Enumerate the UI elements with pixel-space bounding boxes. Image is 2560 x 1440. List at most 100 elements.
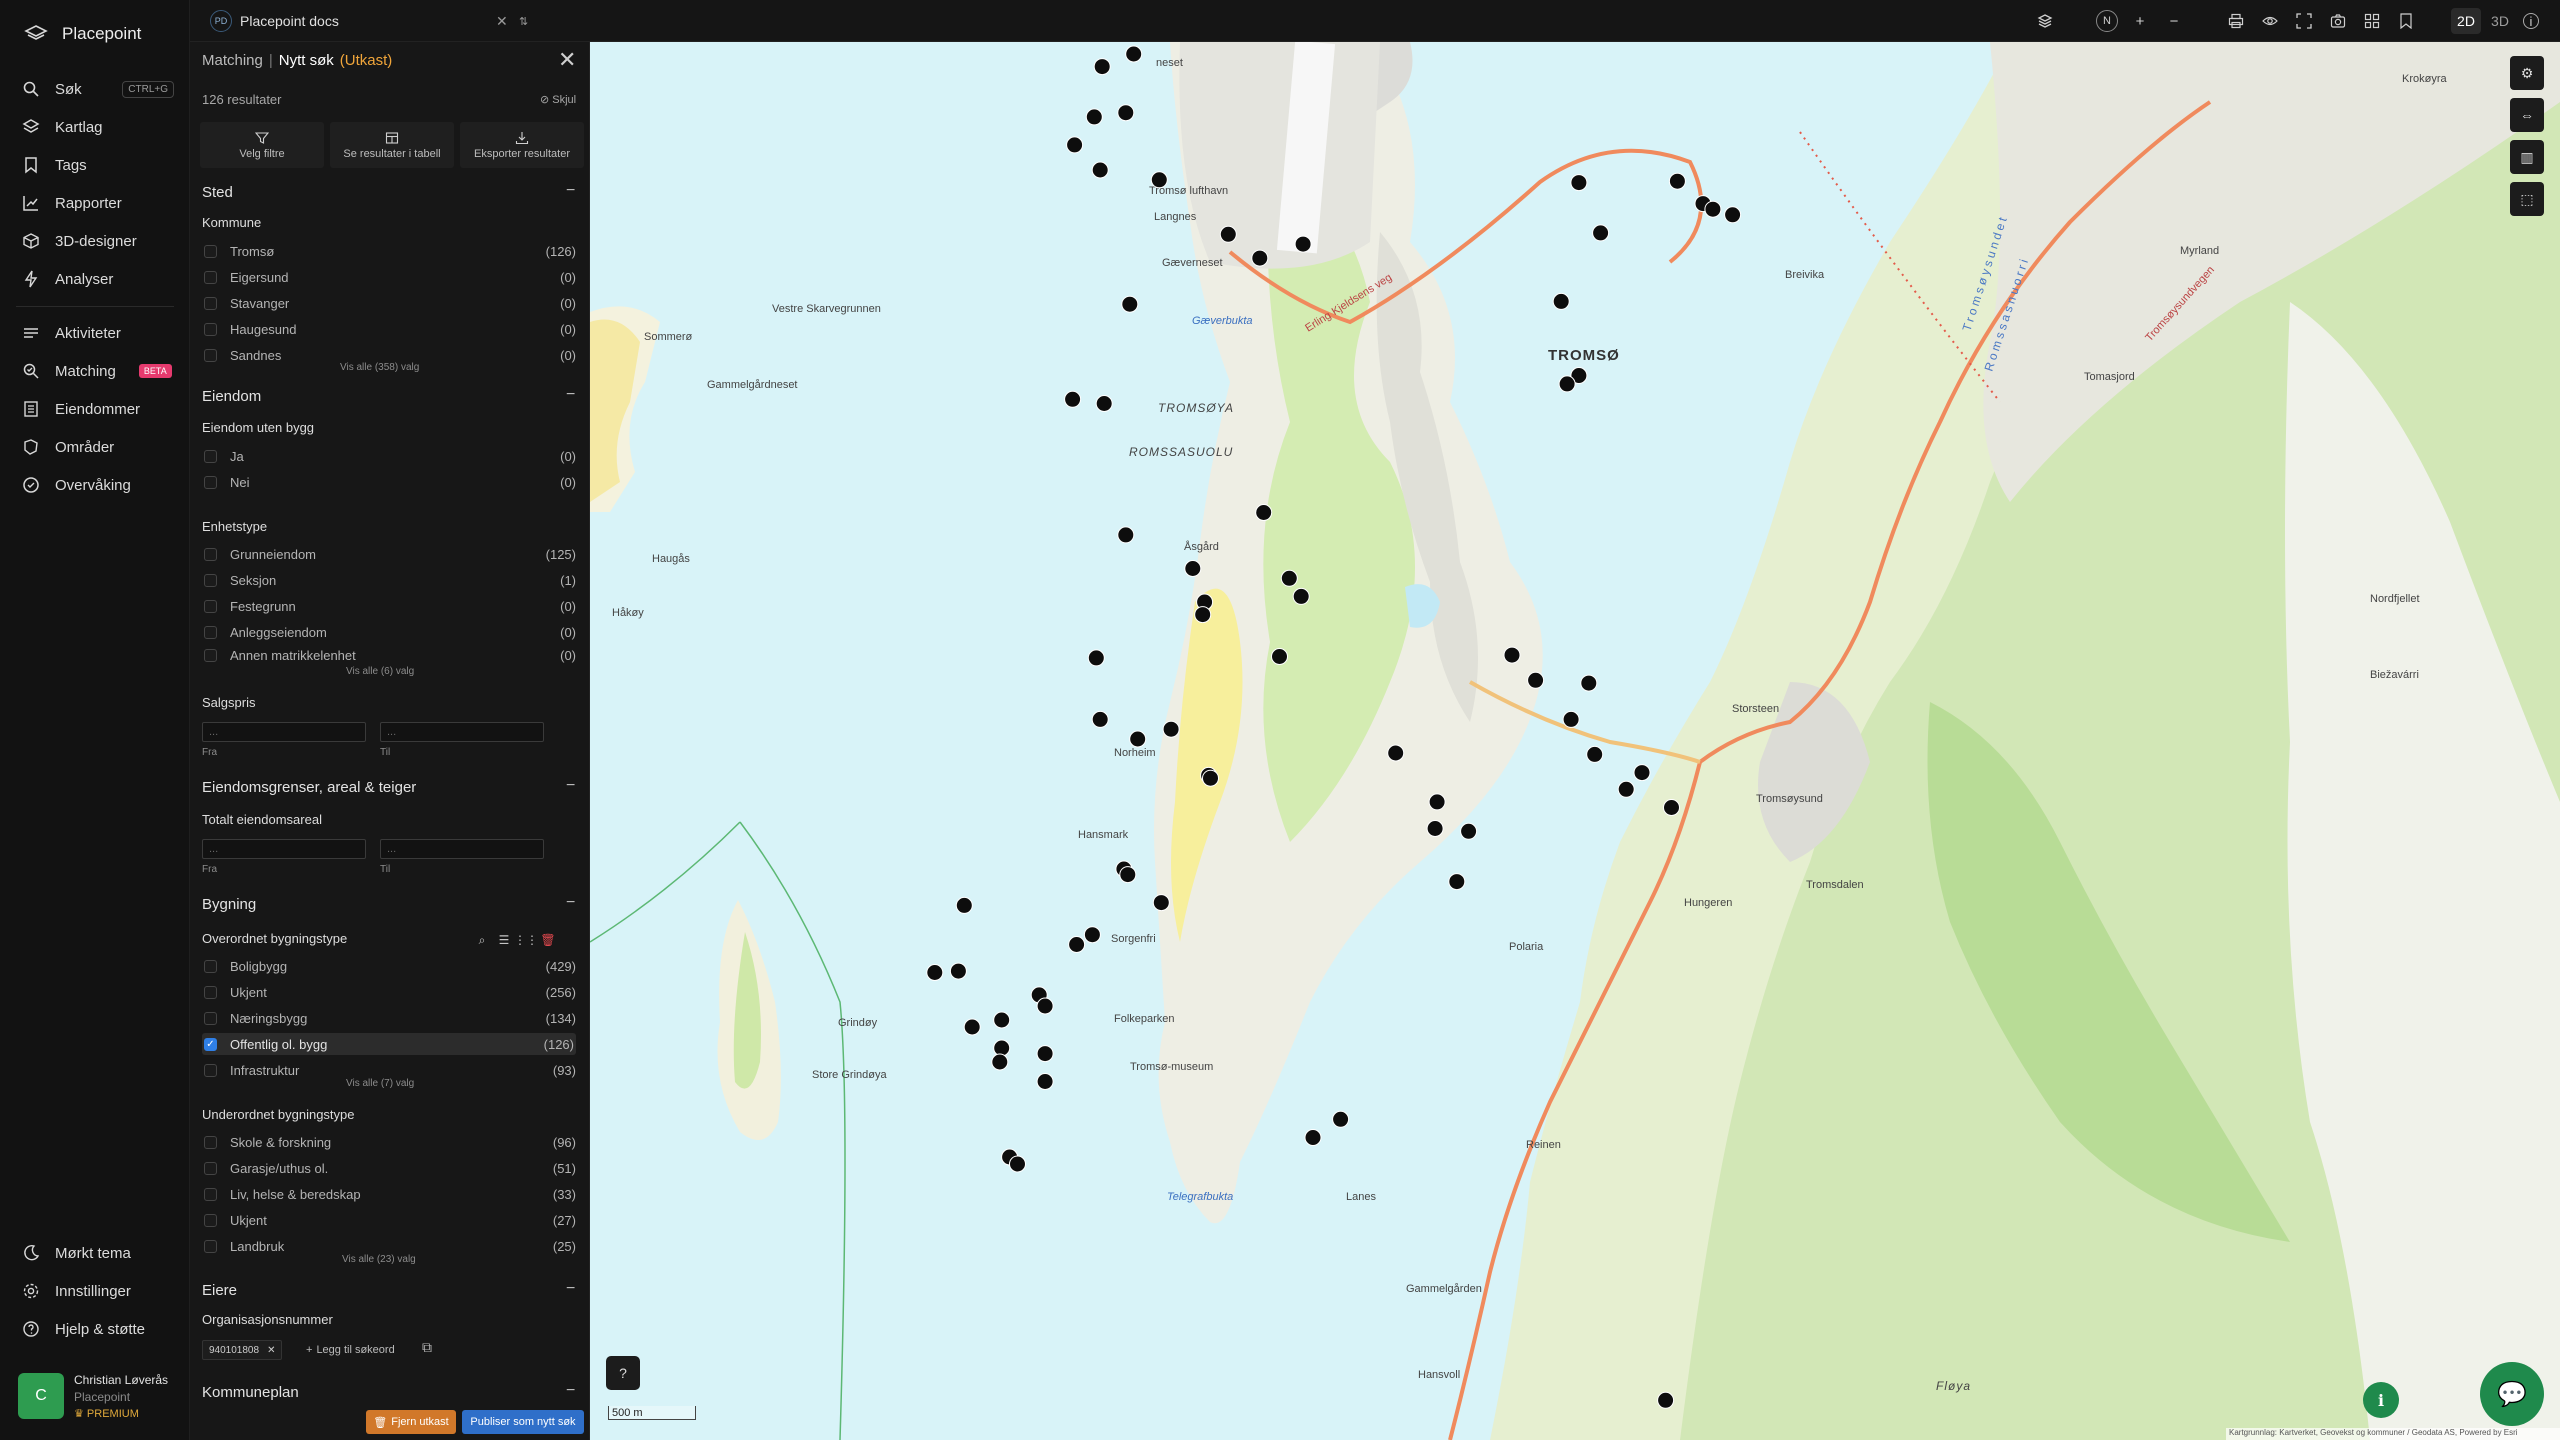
nav-item-overvaking[interactable]: Overvåking	[22, 470, 174, 500]
nav-item-analyser[interactable]: Analyser	[22, 264, 174, 294]
result-marker[interactable]	[1633, 764, 1651, 782]
result-marker[interactable]	[1552, 292, 1570, 310]
nav-item-matching[interactable]: Matching BETA	[22, 356, 174, 386]
result-marker[interactable]	[1093, 58, 1111, 76]
result-marker[interactable]	[1663, 799, 1680, 816]
section-bygning[interactable]: Bygning	[202, 896, 256, 913]
nav-item-dark-theme[interactable]: Mørkt tema	[22, 1238, 174, 1268]
export-results-button[interactable]: Eksporter resultater	[460, 122, 584, 168]
checkbox[interactable]	[204, 1011, 217, 1025]
nav-item-rapporter[interactable]: Rapporter	[22, 188, 174, 218]
analysis-control[interactable]: ▥	[2510, 140, 2544, 174]
option-row[interactable]: Boligbygg (429)	[202, 955, 576, 977]
collapse-icon[interactable]: −	[566, 386, 575, 404]
checkbox[interactable]	[204, 547, 217, 561]
result-marker[interactable]	[1202, 769, 1219, 787]
checkbox[interactable]	[204, 322, 217, 336]
nav-item-aktiviteter[interactable]: Aktiviteter	[22, 318, 174, 348]
user-profile[interactable]: C Christian Løverås Placepoint ♛ PREMIUM	[18, 1373, 178, 1423]
checkbox[interactable]	[204, 985, 217, 999]
result-marker[interactable]	[1294, 235, 1312, 253]
option-row[interactable]: Liv, helse & beredskap (33)	[202, 1183, 576, 1205]
result-marker[interactable]	[1255, 504, 1273, 521]
option-row[interactable]: Skole & forskning (96)	[202, 1131, 576, 1153]
result-marker[interactable]	[1558, 375, 1576, 393]
checkbox[interactable]	[204, 648, 217, 662]
result-marker[interactable]	[1036, 997, 1054, 1015]
result-marker[interactable]	[1194, 606, 1212, 624]
show-all-link[interactable]: Vis alle (23) valg	[342, 1254, 416, 1265]
measure-control[interactable]: ⇔	[2510, 98, 2544, 132]
result-marker[interactable]	[1617, 780, 1635, 798]
result-marker[interactable]	[1586, 745, 1604, 763]
checkbox[interactable]	[204, 599, 217, 613]
result-marker[interactable]	[1083, 926, 1101, 944]
eye-icon[interactable]	[2260, 11, 2280, 31]
result-marker[interactable]	[1570, 174, 1588, 192]
checkbox[interactable]	[204, 449, 217, 463]
map-layers-control[interactable]: ⚙	[2510, 56, 2544, 90]
checkbox[interactable]	[204, 1239, 217, 1253]
result-marker[interactable]	[1117, 104, 1135, 122]
show-all-link[interactable]: Vis alle (7) valg	[346, 1078, 414, 1089]
result-marker[interactable]	[993, 1011, 1011, 1029]
section-grenser[interactable]: Eiendomsgrenser, areal & teiger	[202, 779, 416, 796]
result-marker[interactable]	[1304, 1129, 1322, 1146]
result-marker[interactable]	[1448, 873, 1466, 891]
nav-item-kartlag[interactable]: Kartlag	[22, 112, 174, 142]
result-marker[interactable]	[1503, 646, 1521, 664]
close-icon[interactable]: ✕	[496, 13, 508, 30]
document-tab[interactable]: PD Placepoint docs ✕ ⇅	[206, 7, 534, 35]
result-marker[interactable]	[1121, 295, 1139, 313]
salgspris-to-input[interactable]: ...	[380, 722, 544, 742]
nav-item-settings[interactable]: Innstillinger	[22, 1276, 174, 1306]
result-marker[interactable]	[1332, 1110, 1350, 1128]
result-marker[interactable]	[1087, 649, 1105, 667]
add-search-term-button[interactable]: + Legg til søkeord	[300, 1340, 401, 1360]
option-row[interactable]: Annen matrikkelenhet (0)	[202, 647, 576, 663]
camera-icon[interactable]	[2328, 11, 2348, 31]
result-marker[interactable]	[1704, 200, 1722, 218]
nav-item-tags[interactable]: Tags	[22, 150, 174, 180]
checkbox[interactable]	[204, 348, 217, 362]
result-marker[interactable]	[1036, 1073, 1054, 1090]
nav-item-help[interactable]: Hjelp & støtte	[22, 1314, 174, 1344]
areal-from-input[interactable]: ...	[202, 839, 366, 859]
checkbox[interactable]	[204, 475, 217, 489]
result-marker[interactable]	[1428, 793, 1446, 811]
result-marker[interactable]	[1129, 730, 1147, 748]
result-marker[interactable]	[1152, 894, 1170, 912]
option-row[interactable]: Ja (0)	[202, 445, 576, 467]
remove-draft-button[interactable]: 🗑 Fjern utkast	[366, 1410, 456, 1434]
search-icon[interactable]: ⌕	[472, 930, 492, 950]
copy-icon[interactable]: ⧉	[422, 1339, 444, 1361]
view-mode-2d[interactable]: 2D	[2451, 8, 2481, 34]
collapse-icon[interactable]: −	[566, 1382, 575, 1400]
view-mode-3d[interactable]: 3D	[2485, 8, 2515, 34]
profile-control[interactable]: ⬚	[2510, 182, 2544, 216]
option-row[interactable]: Næringsbygg (134)	[202, 1007, 576, 1029]
zoom-out-icon[interactable]: −	[2164, 11, 2184, 31]
brand[interactable]: Placepoint	[24, 20, 141, 48]
nav-item-omrader[interactable]: Områder	[22, 432, 174, 462]
result-marker[interactable]	[1527, 671, 1545, 689]
result-marker[interactable]	[1036, 1045, 1054, 1063]
option-row[interactable]: Stavanger (0)	[202, 292, 576, 314]
result-marker[interactable]	[1117, 526, 1135, 544]
nav-item-sok[interactable]: Søk CTRL+G	[22, 74, 174, 104]
option-row[interactable]: Anleggseiendom (0)	[202, 621, 576, 643]
checkbox[interactable]	[204, 573, 217, 587]
list-icon[interactable]: ☰	[494, 930, 514, 950]
show-all-link[interactable]: Vis alle (6) valg	[346, 666, 414, 677]
option-row[interactable]: Ukjent (256)	[202, 981, 576, 1003]
result-marker[interactable]	[1668, 172, 1686, 190]
result-marker[interactable]	[1271, 648, 1288, 665]
tree-icon[interactable]: ⋮⋮	[514, 930, 538, 950]
checkbox[interactable]	[204, 1135, 217, 1149]
print-icon[interactable]	[2226, 11, 2246, 31]
info-icon[interactable]: i	[2523, 13, 2539, 29]
section-kommuneplan[interactable]: Kommuneplan	[202, 1384, 299, 1401]
section-eiendom[interactable]: Eiendom	[202, 388, 261, 405]
result-marker[interactable]	[1066, 136, 1084, 154]
option-row[interactable]: Seksjon (1)	[202, 569, 576, 591]
